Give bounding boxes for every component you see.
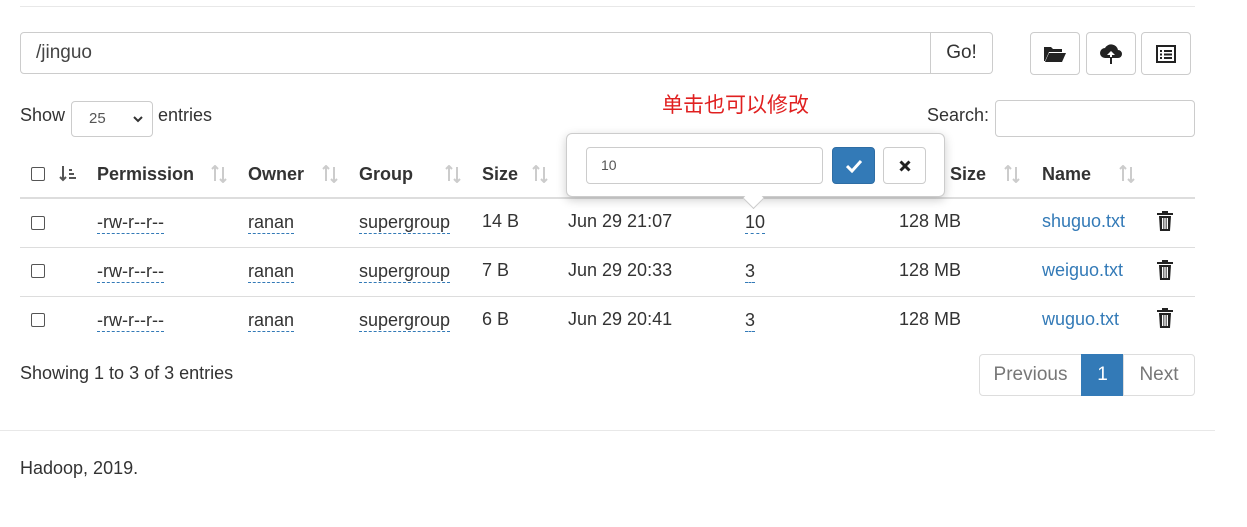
- owner-cell[interactable]: ranan: [248, 260, 295, 283]
- row-checkbox[interactable]: [31, 216, 45, 230]
- upload-button[interactable]: [1086, 32, 1136, 75]
- sort-icon[interactable]: [444, 165, 462, 183]
- previous-page-button[interactable]: Previous: [979, 354, 1082, 396]
- owner-cell[interactable]: ranan: [248, 309, 295, 332]
- size-cell: 14 B: [482, 211, 520, 231]
- annotation-note: 单击也可以修改: [662, 93, 809, 117]
- footer-divider: [0, 430, 1215, 431]
- row-checkbox[interactable]: [31, 264, 45, 278]
- owner-cell[interactable]: ranan: [248, 211, 295, 234]
- entries-per-page-select[interactable]: 25: [71, 101, 153, 137]
- path-input[interactable]: [20, 32, 931, 74]
- sort-ascending-icon[interactable]: [59, 165, 77, 183]
- column-header-permission[interactable]: Permission: [97, 164, 194, 185]
- size-cell: 6 B: [482, 309, 510, 329]
- folder-open-icon: [1044, 46, 1066, 62]
- list-alt-icon: [1156, 44, 1176, 63]
- table-info: Showing 1 to 3 of 3 entries: [20, 363, 234, 383]
- show-label: Show: [20, 105, 66, 125]
- footer-copyright: Hadoop, 2019.: [20, 458, 139, 478]
- close-icon: [898, 159, 911, 172]
- create-directory-button[interactable]: [1030, 32, 1080, 75]
- permission-cell[interactable]: -rw-r--r--: [97, 260, 164, 283]
- group-cell[interactable]: supergroup: [359, 309, 451, 332]
- column-header-size[interactable]: Size: [482, 164, 518, 185]
- sort-icon[interactable]: [321, 165, 339, 183]
- permission-cell[interactable]: -rw-r--r--: [97, 211, 164, 234]
- next-page-button[interactable]: Next: [1123, 354, 1195, 396]
- block-size-cell: 128 MB: [899, 260, 962, 280]
- list-view-button[interactable]: [1141, 32, 1191, 75]
- column-header-block-size[interactable]: t Size: [939, 164, 986, 185]
- file-name-link[interactable]: weiguo.txt: [1042, 260, 1123, 281]
- search-label: Search:: [927, 105, 990, 125]
- trash-icon[interactable]: [1157, 260, 1173, 280]
- top-divider: [20, 6, 1195, 7]
- search-input[interactable]: [995, 100, 1195, 137]
- block-size-cell: 128 MB: [899, 309, 962, 329]
- column-header-group[interactable]: Group: [359, 164, 413, 185]
- group-cell[interactable]: supergroup: [359, 211, 451, 234]
- column-header-name[interactable]: Name: [1042, 164, 1091, 185]
- sort-icon[interactable]: [531, 165, 549, 183]
- permission-cell[interactable]: -rw-r--r--: [97, 309, 164, 332]
- modified-cell: Jun 29 20:33: [568, 260, 673, 280]
- replication-cell[interactable]: 3: [745, 309, 756, 332]
- replication-edit-input[interactable]: 10: [586, 147, 823, 184]
- group-cell[interactable]: supergroup: [359, 260, 451, 283]
- modified-cell: Jun 29 20:41: [568, 309, 673, 329]
- cloud-upload-icon: [1100, 43, 1122, 64]
- row-checkbox[interactable]: [31, 313, 45, 327]
- entries-per-page-value: 25: [89, 110, 106, 127]
- modified-cell: Jun 29 21:07: [568, 211, 673, 231]
- select-all-checkbox[interactable]: [31, 167, 45, 181]
- replication-cell[interactable]: 3: [745, 260, 756, 283]
- size-cell: 7 B: [482, 260, 510, 280]
- block-size-cell: 128 MB: [899, 211, 962, 231]
- trash-icon[interactable]: [1157, 211, 1173, 231]
- entries-label: entries: [158, 105, 213, 125]
- sort-icon[interactable]: [1003, 165, 1021, 183]
- page-1-button[interactable]: 1: [1081, 354, 1124, 396]
- column-header-owner[interactable]: Owner: [248, 164, 304, 185]
- confirm-edit-button[interactable]: [832, 147, 875, 184]
- check-icon: [845, 159, 862, 173]
- sort-icon[interactable]: [1118, 165, 1136, 183]
- file-name-link[interactable]: shuguo.txt: [1042, 211, 1125, 232]
- replication-cell[interactable]: 10: [745, 211, 766, 234]
- trash-icon[interactable]: [1157, 308, 1173, 328]
- row-divider: [20, 247, 1195, 248]
- sort-icon[interactable]: [210, 165, 228, 183]
- table-header-divider: [20, 197, 1195, 199]
- chevron-down-icon: [133, 116, 143, 123]
- go-button[interactable]: Go!: [931, 32, 993, 74]
- file-name-link[interactable]: wuguo.txt: [1042, 309, 1119, 330]
- cancel-edit-button[interactable]: [883, 147, 926, 184]
- row-divider: [20, 296, 1195, 297]
